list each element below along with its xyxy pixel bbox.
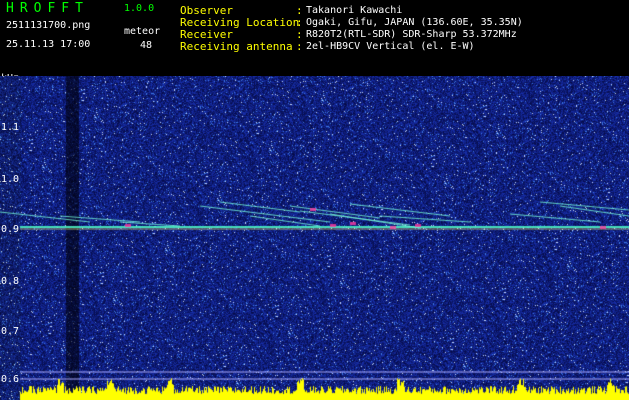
info-value-antenna: 2el-HB9CV Vertical (el. E-W) [306,41,475,52]
info-colon: : [296,40,303,53]
app-version: 1.0.0 [124,3,155,14]
date-time: 25.11.13 17:00 [6,39,91,50]
app-title: HROFFT [6,1,89,16]
y-tick-label: 1.0 [1,174,20,185]
y-tick-label: 0.9 [1,224,20,235]
info-value-location: Ogaki, Gifu, JAPAN (136.60E, 35.35N) [306,17,523,28]
file-name: 2511131700.png [6,20,91,31]
info-value-receiver: R820T2(RTL-SDR) SDR-Sharp 53.372MHz [306,29,517,40]
spectrogram-canvas [0,76,629,400]
info-value-observer: Takanori Kawachi [306,5,403,16]
info-key-antenna: Receiving antenna [180,40,293,53]
y-tick-label: 0.8 [1,276,20,287]
spectrogram-panel: 1.1 1.0 0.9 0.8 0.7 0.6 [0,76,629,400]
y-tick-label: 0.7 [1,326,20,337]
meteor-count: 48 [140,40,153,51]
y-tick-label: 0.6 [1,374,20,385]
meteor-label: meteor [124,26,161,37]
y-tick-label: 1.1 [1,122,20,133]
